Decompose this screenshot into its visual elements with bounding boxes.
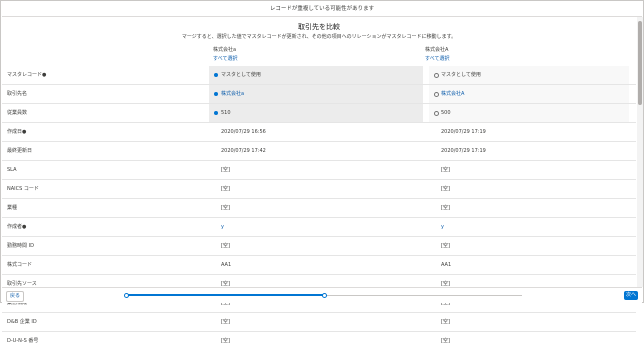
field-value: AA1 (221, 262, 232, 268)
progress-fill (126, 294, 324, 296)
select-all-link[interactable]: すべて選択 (213, 55, 237, 62)
field-option-b[interactable]: マスタとして使用 (429, 66, 629, 84)
field-value: マスタとして使用 (441, 72, 481, 78)
field-value: 500 (441, 110, 451, 116)
field-value-link[interactable]: 株式会社a (221, 85, 244, 103)
duplicate-warning-banner: レコードが重複している可能性があります (2, 2, 642, 17)
column-name: 株式会社A (425, 47, 449, 53)
field-option-a[interactable]: マスタとして使用 (209, 66, 423, 84)
column-name: 株式会社a (213, 47, 237, 53)
progress-step-1 (124, 293, 129, 298)
field-label: NAICS コード (7, 186, 39, 192)
field-value: [空] (441, 205, 450, 211)
table-row: マスタレコード● マスタとして使用 マスタとして使用 (2, 66, 636, 85)
table-row: NAICS コード [空] [空] (2, 180, 636, 199)
comparison-table: マスタレコード● マスタとして使用 マスタとして使用 取引先名 株式会社a 株式… (2, 66, 636, 350)
page-title: 取引先を比較 (298, 23, 340, 31)
field-label: 最終更新日 (7, 148, 33, 154)
table-row: SLA [空] [空] (2, 161, 636, 180)
field-option-a[interactable]: 株式会社a (209, 85, 423, 103)
field-value: マスタとして使用 (221, 72, 261, 78)
field-value: 2020/07/29 16:56 (221, 129, 266, 135)
select-all-link[interactable]: すべて選択 (425, 55, 449, 62)
scrollbar-thumb[interactable] (638, 21, 642, 105)
wizard-footer: 戻る 次へ (2, 287, 642, 303)
field-value: [空] (221, 167, 230, 173)
field-option-a[interactable]: 510 (209, 104, 423, 122)
table-row: 取引先名 株式会社a 株式会社A (2, 85, 636, 104)
back-button[interactable]: 戻る (6, 291, 25, 302)
field-label: 業種 (7, 205, 18, 211)
field-value: [空] (441, 243, 450, 249)
field-value-link[interactable]: y (221, 218, 224, 236)
table-row: 従業員数 510 500 (2, 104, 636, 123)
table-row: D-U-N-S 番号 [空] [空] (2, 332, 636, 350)
field-option-b[interactable]: 500 (429, 104, 629, 122)
field-label: 従業員数 (7, 110, 28, 116)
progress-step-2 (322, 293, 327, 298)
field-value: [空] (221, 243, 230, 249)
field-value: [空] (441, 167, 450, 173)
field-label: SLA (7, 167, 17, 173)
field-label: 作成者● (7, 224, 27, 230)
radio-unselected-icon[interactable] (434, 73, 439, 78)
field-value-link[interactable]: 株式会社A (441, 85, 464, 103)
table-row: 株式コード AA1 AA1 (2, 256, 636, 275)
field-label: D-U-N-S 番号 (7, 338, 39, 344)
radio-unselected-icon[interactable] (434, 92, 439, 97)
table-row: D&B 企業 ID [空] [空] (2, 313, 636, 332)
table-row: 最終更新日 2020/07/29 17:42 2020/07/29 17:19 (2, 142, 636, 161)
field-value: [空] (221, 319, 230, 325)
field-value: [空] (441, 319, 450, 325)
field-value: [空] (221, 205, 230, 211)
field-label: 株式コード (7, 262, 33, 268)
column-header-1: 株式会社a すべて選択 (213, 46, 237, 62)
table-row: 業種 [空] [空] (2, 199, 636, 218)
field-label: D&B 企業 ID (7, 319, 37, 325)
field-label: 作成日● (7, 129, 27, 135)
radio-selected-icon[interactable] (214, 73, 218, 77)
table-row: 作成日● 2020/07/29 16:56 2020/07/29 17:19 (2, 123, 636, 142)
field-value: 2020/07/29 17:19 (441, 148, 486, 154)
field-value: [空] (441, 338, 450, 344)
table-row: 作成者● y y (2, 218, 636, 237)
field-value: [空] (221, 338, 230, 344)
field-label: 取引先名 (7, 91, 28, 97)
radio-selected-icon[interactable] (214, 92, 218, 96)
field-label: 勤務時間 ID (7, 243, 34, 249)
field-option-b[interactable]: 株式会社A (429, 85, 629, 103)
field-value: [空] (441, 186, 450, 192)
field-value: 2020/07/29 17:42 (221, 148, 266, 154)
table-row: 勤務時間 ID [空] [空] (2, 237, 636, 256)
merge-dialog: レコードが重複している可能性があります 取引先を比較 マージすると、選択した値で… (0, 0, 644, 344)
field-value-link[interactable]: y (441, 218, 444, 236)
field-value: [空] (221, 186, 230, 192)
field-value: 510 (221, 110, 231, 116)
column-header-2: 株式会社A すべて選択 (425, 46, 449, 62)
radio-unselected-icon[interactable] (434, 111, 439, 116)
field-value: 2020/07/29 17:19 (441, 129, 486, 135)
field-label: マスタレコード● (7, 72, 47, 78)
field-value: AA1 (441, 262, 452, 268)
page-subtitle: マージすると、選択した値でマスタレコードが更新され、その他の項目へのリレーション… (181, 34, 457, 40)
radio-selected-icon[interactable] (214, 111, 218, 115)
next-button[interactable]: 次へ (624, 291, 638, 300)
